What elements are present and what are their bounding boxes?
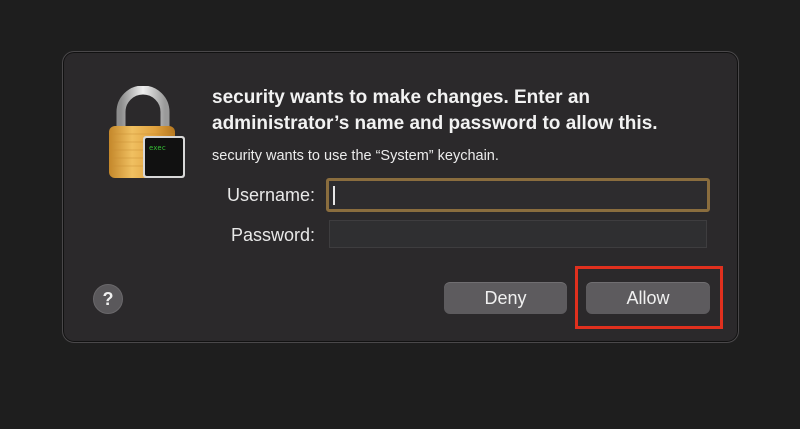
username-label: Username: (226, 185, 315, 205)
highlight-annotation (575, 266, 723, 329)
password-field[interactable] (329, 220, 707, 248)
text-caret (333, 186, 335, 205)
username-field[interactable] (326, 178, 710, 212)
dialog-subtitle: security wants to use the “System” keych… (212, 148, 499, 164)
deny-button[interactable]: Deny (444, 282, 567, 314)
lock-badge-text: exec (149, 144, 166, 152)
padlock-icon: exec (109, 86, 185, 178)
help-icon: ? (102, 289, 114, 309)
dialog-title: security wants to make changes. Enter an… (212, 87, 658, 134)
password-label: Password: (230, 225, 315, 245)
help-button[interactable]: ? (93, 284, 123, 314)
